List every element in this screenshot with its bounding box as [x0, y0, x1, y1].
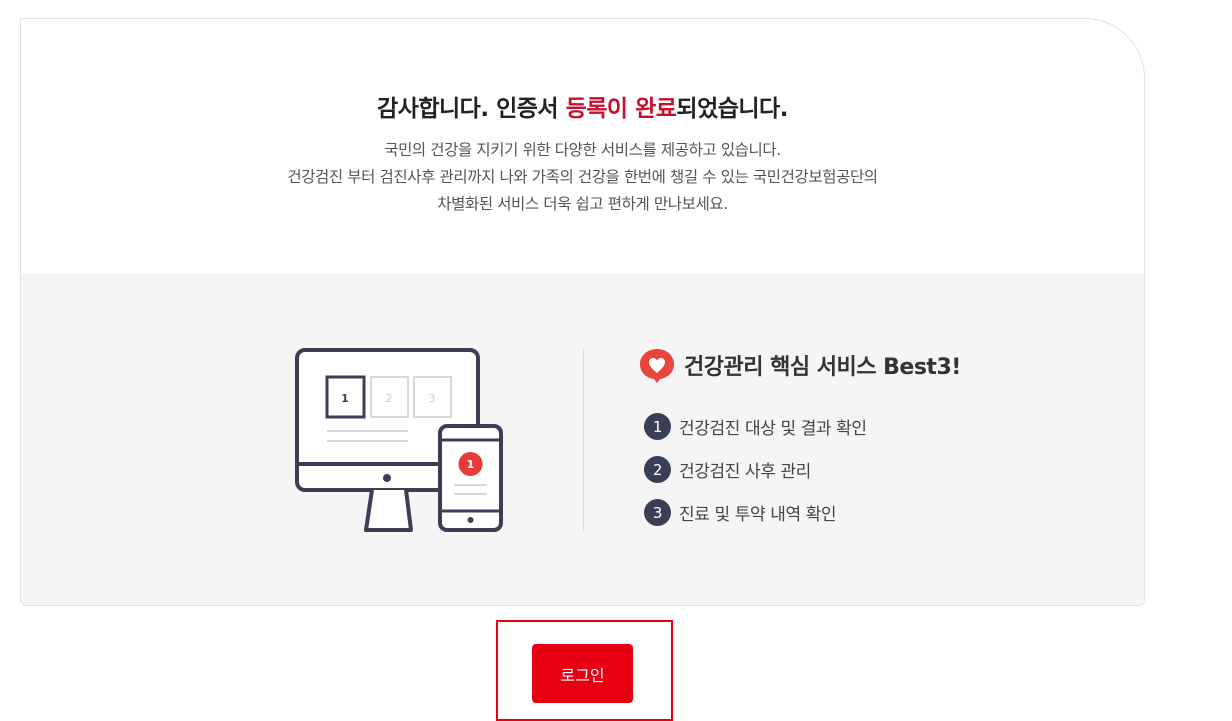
- headline-accent: 등록이 완료: [565, 96, 677, 122]
- completion-header: 감사합니다. 인증서 등록이 완료되었습니다. 국민의 건강을 지키기 위한 다…: [21, 19, 1144, 274]
- description: 국민의 건강을 지키기 위한 다양한 서비스를 제공하고 있습니다. 건강검진 …: [21, 137, 1144, 218]
- list-item-label: 진료 및 투약 내역 확인: [679, 505, 837, 525]
- description-line: 국민의 건강을 지키기 위한 다양한 서비스를 제공하고 있습니다.: [384, 141, 781, 159]
- number-badge: 1: [644, 413, 671, 440]
- monitor-tab-label: 3: [429, 392, 436, 405]
- completion-card: 감사합니다. 인증서 등록이 완료되었습니다. 국민의 건강을 지키기 위한 다…: [20, 18, 1145, 606]
- list-item: 1 건강검진 대상 및 결과 확인: [644, 405, 961, 448]
- list-item: 2 건강검진 사후 관리: [644, 448, 961, 491]
- phone-badge: 1: [467, 458, 475, 471]
- list-item: 3 진료 및 투약 내역 확인: [644, 491, 961, 534]
- services-panel: 1 2 3 1 건강관리 핵심 서비스 Best3! 1 건강검진 대상 및 결…: [21, 274, 1144, 605]
- number-badge: 3: [644, 499, 671, 526]
- devices-illustration: 1 2 3 1: [295, 348, 503, 532]
- best-list: 1 건강검진 대상 및 결과 확인 2 건강검진 사후 관리 3 진료 및 투약…: [644, 405, 961, 534]
- description-line: 건강검진 부터 검진사후 관리까지 나와 가족의 건강을 한번에 챙길 수 있는…: [287, 168, 878, 186]
- list-item-label: 건강검진 대상 및 결과 확인: [679, 419, 867, 439]
- monitor-tab-label: 1: [341, 392, 349, 405]
- list-item-label: 건강검진 사후 관리: [679, 462, 811, 482]
- best-services: 건강관리 핵심 서비스 Best3! 1 건강검진 대상 및 결과 확인 2 건…: [638, 346, 961, 534]
- description-line: 차별화된 서비스 더욱 쉽고 편하게 만나보세요.: [437, 195, 728, 213]
- divider: [583, 349, 584, 531]
- heart-bubble-icon: [640, 349, 674, 383]
- number-badge: 2: [644, 456, 671, 483]
- login-button[interactable]: 로그인: [532, 644, 633, 703]
- monitor-tab-label: 2: [386, 392, 393, 405]
- page-title: 감사합니다. 인증서 등록이 완료되었습니다.: [377, 96, 788, 122]
- best-title: 건강관리 핵심 서비스 Best3!: [638, 346, 961, 384]
- phone-icon: [438, 424, 503, 532]
